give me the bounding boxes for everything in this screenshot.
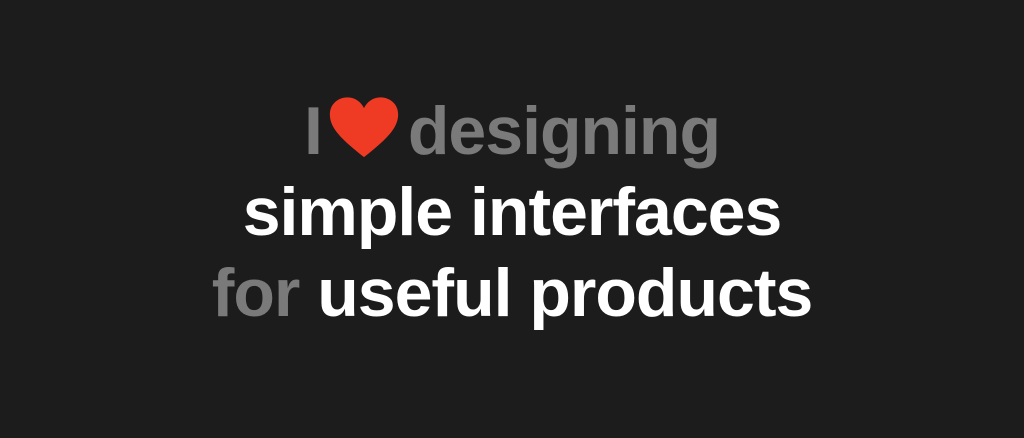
tagline-line-1: Idesigning (0, 91, 1024, 172)
tagline-line-3: for useful products (0, 253, 1024, 334)
hero-tagline: Idesigning simple interfaces for useful … (0, 91, 1024, 334)
tagline-prefix: I (303, 93, 323, 169)
tagline-verb: designing (407, 93, 721, 169)
tagline-for: for (211, 255, 301, 331)
heart-icon (326, 96, 402, 160)
tagline-useful-products: useful products (317, 255, 813, 331)
tagline-line-2: simple interfaces (242, 174, 783, 250)
